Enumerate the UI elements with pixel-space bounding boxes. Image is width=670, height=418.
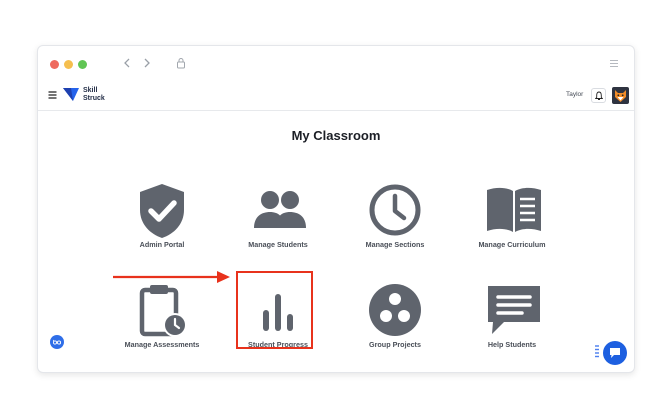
annotation-arrow-icon [113,271,230,283]
app-header: Skill Struck Taylor [38,81,634,111]
tile-label: Manage Assessments [124,340,200,349]
tile-label: Help Students [487,340,537,349]
highlight-box [236,271,313,349]
shield-check-icon [140,184,184,238]
tile-manage-sections[interactable]: Manage Sections [340,174,450,266]
tile-label: Manage Curriculum [478,240,546,249]
book-icon [487,187,541,232]
eyeglasses-icon [53,339,61,345]
tile-manage-students[interactable]: Manage Students [223,174,333,266]
menu-icon[interactable] [609,59,619,68]
tile-group-projects[interactable]: Group Projects [340,274,450,366]
page-title: My Classroom [291,128,381,143]
chat-bubble-icon [488,286,540,334]
tile-manage-assessments[interactable]: Manage Assessments [107,274,217,366]
drag-handle-icon[interactable] [595,345,599,359]
window-titlebar [38,46,634,81]
bell-icon [595,91,603,100]
chat-icon [610,348,620,358]
close-window-button[interactable] [50,60,59,69]
tile-help-students[interactable]: Help Students [457,274,567,366]
users-icon [254,191,306,228]
maximize-window-button[interactable] [78,60,87,69]
tile-label: Group Projects [369,340,421,349]
hamburger-icon[interactable] [48,91,57,99]
group-circle-icon [369,284,421,336]
clipboard-clock-icon [139,285,187,337]
chevron-right-icon[interactable] [143,57,151,69]
brand-name[interactable]: Skill Struck [83,87,105,103]
lock-icon [177,58,185,69]
logo-icon[interactable] [62,86,80,103]
support-chat-button[interactable] [603,341,627,365]
tile-label: Manage Students [248,240,308,249]
notifications-button[interactable] [591,88,606,103]
user-avatar[interactable] [612,87,629,104]
chevron-left-icon[interactable] [123,57,131,69]
tile-manage-curriculum[interactable]: Manage Curriculum [457,174,567,266]
username: Taylor [566,91,584,98]
minimize-window-button[interactable] [64,60,73,69]
browser-window: Skill Struck Taylor My Classroom Admin P… [37,45,635,373]
clock-icon [369,184,421,236]
tile-label: Manage Sections [365,240,425,249]
tile-label: Admin Portal [139,240,185,249]
tile-admin-portal[interactable]: Admin Portal [107,174,217,266]
avatar-fox-icon [615,90,626,102]
accessibility-button[interactable] [50,335,64,349]
